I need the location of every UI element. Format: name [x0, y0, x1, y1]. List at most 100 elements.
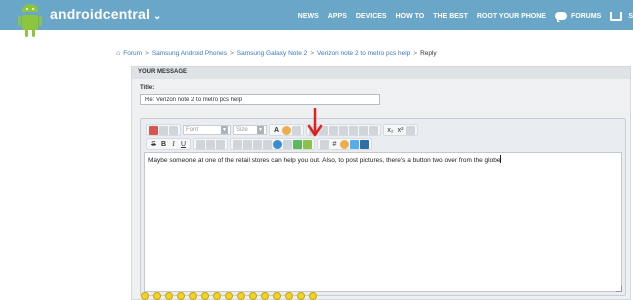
editor-toolbar-bottom: S B I U #	[146, 138, 372, 150]
align-center-icon[interactable]	[206, 139, 215, 149]
android-mascot-logo[interactable]	[18, 2, 42, 38]
reply-panel: YOUR MESSAGE Title: Font ▼ Size ▼ A	[131, 66, 631, 300]
table-delete-icon[interactable]	[369, 125, 378, 135]
media-group: #	[317, 138, 372, 150]
text-cursor	[500, 155, 502, 163]
emoji-icon[interactable]	[340, 139, 349, 149]
size-select-label: Size	[236, 127, 248, 133]
attachment-icon[interactable]	[303, 139, 312, 149]
nav-devices[interactable]: DEVICES	[356, 13, 387, 20]
remove-format-icon[interactable]	[149, 125, 158, 135]
horizontal-rule-icon[interactable]	[406, 125, 415, 135]
video-icon[interactable]	[360, 139, 369, 149]
underline-button[interactable]: U	[179, 140, 188, 149]
nav-shop-label: S	[628, 12, 633, 20]
smilies-bar	[141, 292, 317, 300]
outdent-icon[interactable]	[253, 139, 262, 149]
smiley-icon[interactable]	[261, 292, 269, 300]
smiley-icon[interactable]	[249, 292, 257, 300]
font-select-label: Font	[186, 127, 199, 133]
annotation-arrow-icon	[307, 108, 323, 137]
subscript-button[interactable]: x₂	[386, 126, 395, 135]
table-cell-icon[interactable]	[339, 125, 348, 135]
message-textarea[interactable]: Maybe someone at one of the retail store…	[144, 152, 622, 292]
nav-how-to[interactable]: HOW TO	[396, 13, 425, 20]
main-nav: NEWS APPS DEVICES HOW TO THE BEST ROOT Y…	[298, 10, 633, 22]
nav-forums[interactable]: FORUMS	[554, 12, 602, 22]
table-col-icon[interactable]	[329, 125, 338, 135]
nav-the-best[interactable]: THE BEST	[433, 13, 468, 20]
unlink-icon[interactable]	[283, 139, 292, 149]
smiley-icon[interactable]	[165, 292, 173, 300]
breadcrumb-item-samsung-android[interactable]: Samsung Android Phones	[152, 50, 227, 57]
table-split-icon[interactable]	[359, 125, 368, 135]
size-select[interactable]: Size ▼	[233, 125, 267, 135]
unordered-list-icon[interactable]	[243, 139, 252, 149]
text-format-group: S B I U	[146, 138, 191, 150]
smiley-icon[interactable]	[309, 292, 317, 300]
smiley-icon[interactable]	[153, 292, 161, 300]
chat-bubble-icon	[554, 12, 567, 22]
indent-icon[interactable]	[263, 139, 272, 149]
top-navigation-bar: androidcentral ⌄ NEWS APPS DEVICES HOW TO…	[0, 0, 633, 37]
special-char-icon[interactable]	[292, 125, 301, 135]
table-merge-icon[interactable]	[349, 125, 358, 135]
breadcrumb-item-thread[interactable]: Verizon note 2 to metro pcs help	[317, 50, 410, 57]
smiley-icon[interactable]	[285, 292, 293, 300]
nav-apps[interactable]: APPS	[328, 13, 347, 20]
smiley-icon[interactable]	[213, 292, 221, 300]
globe-icon[interactable]	[273, 139, 282, 149]
smiley-icon[interactable]	[177, 292, 185, 300]
nav-shop[interactable]: S	[610, 11, 633, 21]
breadcrumb-item-galaxy-note-2[interactable]: Samsung Galaxy Note 2	[237, 50, 307, 57]
smiley-icon[interactable]	[297, 292, 305, 300]
breadcrumb: ⌂ Forum > Samsung Android Phones > Samsu…	[116, 50, 437, 57]
italic-button[interactable]: I	[169, 140, 178, 149]
text-color-button[interactable]: A	[272, 126, 281, 135]
cut-icon[interactable]	[159, 125, 168, 135]
resize-handle-icon[interactable]	[616, 286, 622, 292]
quote-icon[interactable]	[320, 139, 329, 149]
insert-image-icon[interactable]	[293, 139, 302, 149]
chevron-down-icon[interactable]: ⌄	[153, 11, 162, 22]
strikethrough-button[interactable]: S	[149, 140, 158, 149]
breadcrumb-item-forum[interactable]: Forum	[123, 50, 142, 57]
smiley-icon[interactable]	[273, 292, 281, 300]
smiley-icon[interactable]	[282, 125, 291, 135]
ordered-list-icon[interactable]	[233, 139, 242, 149]
align-group	[193, 138, 228, 150]
copy-icon[interactable]	[169, 125, 178, 135]
superscript-button[interactable]: x²	[396, 126, 405, 135]
chevron-down-icon: ▼	[221, 126, 228, 134]
nav-news[interactable]: NEWS	[298, 13, 319, 20]
nav-root-your-phone[interactable]: ROOT YOUR PHONE	[477, 13, 546, 20]
panel-heading: YOUR MESSAGE	[132, 67, 630, 79]
site-brand[interactable]: androidcentral ⌄	[50, 6, 162, 22]
align-right-icon[interactable]	[216, 139, 225, 149]
message-text: Maybe someone at one of the retail store…	[148, 157, 501, 164]
nav-forums-label: FORUMS	[570, 12, 602, 20]
home-icon[interactable]: ⌂	[116, 50, 120, 57]
smiley-icon[interactable]	[225, 292, 233, 300]
breadcrumb-separator: >	[413, 50, 418, 57]
align-left-icon[interactable]	[196, 139, 205, 149]
hashtag-button[interactable]: #	[330, 140, 339, 149]
cart-icon	[610, 11, 623, 21]
twitter-icon[interactable]	[350, 139, 359, 149]
breadcrumb-current: Reply	[420, 50, 437, 57]
color-group: A	[269, 124, 304, 136]
font-select[interactable]: Font ▼	[183, 125, 231, 135]
message-editor: Font ▼ Size ▼ A x₂ x² S B I U # Maybe so…	[140, 118, 626, 296]
script-group: x₂ x²	[383, 124, 418, 136]
insert-group	[230, 138, 315, 150]
smiley-icon[interactable]	[237, 292, 245, 300]
bold-button[interactable]: B	[159, 140, 168, 149]
brand-name: androidcentral	[50, 6, 151, 22]
smiley-icon[interactable]	[189, 292, 197, 300]
title-input[interactable]	[140, 94, 380, 105]
smiley-icon[interactable]	[201, 292, 209, 300]
chevron-down-icon: ▼	[257, 126, 264, 134]
smiley-icon[interactable]	[141, 292, 149, 300]
breadcrumb-separator: >	[145, 50, 149, 57]
editor-toolbar-top: Font ▼ Size ▼ A x₂ x²	[146, 124, 418, 136]
